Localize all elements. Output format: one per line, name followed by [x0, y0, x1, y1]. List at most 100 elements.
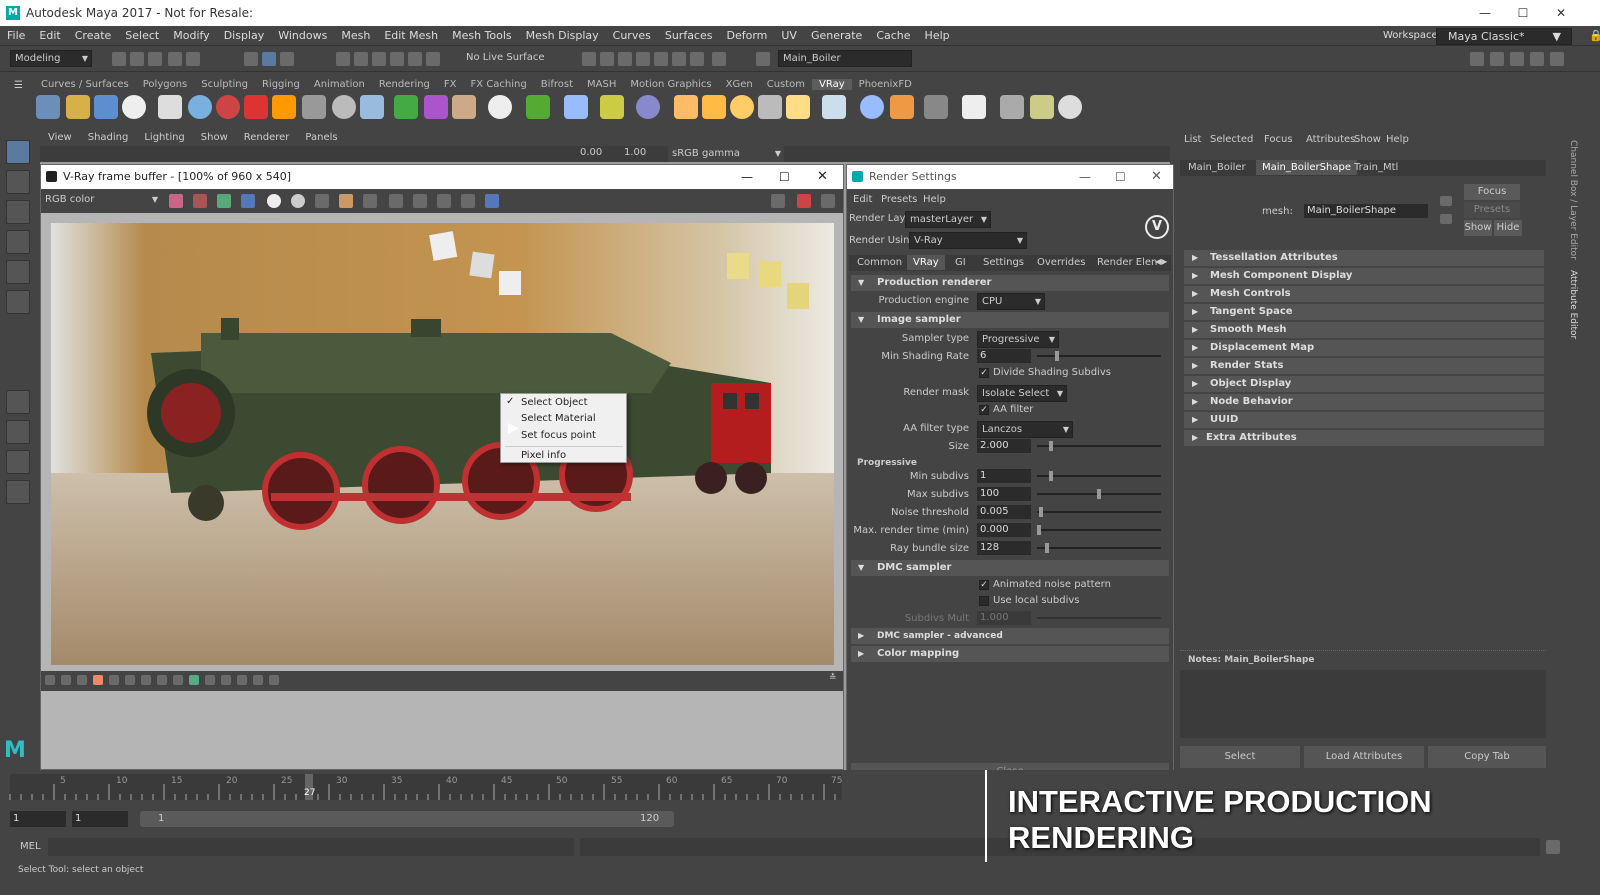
ray-bundle-size-slider[interactable] [1037, 547, 1161, 549]
save-scene-icon[interactable] [148, 52, 162, 66]
vfb-history-icon[interactable] [45, 675, 55, 685]
shelf-tab-fx-caching[interactable]: FX Caching [464, 79, 534, 90]
close-icon[interactable]: ✕ [1151, 165, 1162, 189]
pause-icon[interactable] [712, 52, 726, 66]
ae-section-extra-attributes[interactable]: ▶ Extra Attributes [1184, 430, 1544, 446]
rs-tab-common[interactable]: Common [857, 257, 902, 268]
snap-grid-icon[interactable] [336, 52, 350, 66]
copy-node-icon[interactable] [1440, 196, 1452, 206]
ae-menu-list[interactable]: List [1184, 134, 1201, 145]
show-button[interactable]: Show [1464, 220, 1492, 236]
slider-handle[interactable] [1049, 441, 1053, 451]
shelf-tab-phoenixfd[interactable]: PhoenixFD [852, 79, 919, 90]
menu-surfaces[interactable]: Surfaces [658, 29, 720, 42]
vfb-stamp-icon[interactable] [269, 675, 279, 685]
size-slider[interactable] [1037, 445, 1161, 447]
single-perspective-icon[interactable] [6, 390, 30, 414]
snap-curve-icon[interactable] [354, 52, 368, 66]
slider-handle[interactable] [1055, 351, 1059, 361]
menu-cache[interactable]: Cache [869, 29, 917, 42]
undo-icon[interactable] [168, 52, 182, 66]
menu-create[interactable]: Create [68, 29, 119, 42]
vfb-lut-icon[interactable] [173, 675, 183, 685]
shelf-tab-xgen[interactable]: XGen [719, 79, 760, 90]
ae-menu-help[interactable]: Help [1386, 134, 1409, 145]
playback-start-field[interactable]: 1 [72, 811, 128, 827]
paint-select-icon[interactable] [6, 200, 30, 224]
four-view-icon[interactable] [6, 420, 30, 444]
menu-mesh-display[interactable]: Mesh Display [519, 29, 606, 42]
help-icon[interactable] [1058, 95, 1082, 119]
ae-section-uuid[interactable]: ▶ UUID [1184, 412, 1544, 428]
vray-material-icon[interactable] [188, 95, 212, 119]
ae-section-render-stats[interactable]: ▶ Render Stats [1184, 358, 1544, 374]
vp-menu-show[interactable]: Show [193, 132, 236, 146]
slider-handle[interactable] [1037, 525, 1041, 535]
vray-sphere-light-icon[interactable] [332, 95, 356, 119]
render-setup-icon[interactable] [672, 52, 686, 66]
production-engine-select[interactable]: CPU ▼ [977, 293, 1045, 310]
ae-section-mesh-component-display[interactable]: ▶ Mesh Component Display [1184, 268, 1544, 284]
section-image-sampler[interactable]: ▼ Image sampler [851, 312, 1169, 328]
shelf-tab-rigging[interactable]: Rigging [255, 79, 307, 90]
focus-button[interactable]: Focus [1464, 184, 1520, 200]
aa-filter-checkbox[interactable]: ✓ [979, 405, 989, 415]
tool-settings-toggle-icon[interactable] [1530, 52, 1544, 66]
vray-logo-icon[interactable] [122, 95, 146, 119]
ae-section-tangent-space[interactable]: ▶ Tangent Space [1184, 304, 1544, 320]
vp-menu-renderer[interactable]: Renderer [236, 132, 298, 146]
vfb-exposure-icon[interactable] [93, 675, 103, 685]
snap-surface-icon[interactable] [408, 52, 422, 66]
minimize-icon[interactable]: — [1079, 165, 1091, 189]
sampler-type-select[interactable]: Progressive ▼ [977, 331, 1059, 348]
save-image-icon[interactable] [315, 194, 329, 208]
ae-section-tessellation[interactable]: ▶ Tessellation Attributes [1184, 250, 1544, 266]
shelf-tab-curves[interactable]: Curves / Surfaces [34, 79, 136, 90]
clear-image-icon[interactable] [363, 194, 377, 208]
select-by-hierarchy-icon[interactable] [244, 52, 258, 66]
ipr-icon[interactable] [461, 194, 475, 208]
minimize-icon[interactable]: — [741, 165, 753, 189]
shelf-menu-icon[interactable]: ☰ [14, 80, 23, 91]
vfb-srgb-icon[interactable] [157, 675, 167, 685]
vray-burst-icon[interactable] [786, 95, 810, 119]
vray-render-view-icon[interactable] [962, 95, 986, 119]
vray-sun-icon[interactable] [488, 95, 512, 119]
vray-rect-light-icon[interactable] [394, 95, 418, 119]
red-channel-icon[interactable] [193, 194, 207, 208]
channel-box-side-tab[interactable]: Channel Box / Layer Editor [1568, 140, 1578, 260]
channel-box-toggle-icon[interactable] [1550, 52, 1564, 66]
vfb-bg-icon[interactable] [141, 675, 151, 685]
mel-input[interactable] [48, 838, 574, 856]
render-frame-icon[interactable] [600, 52, 614, 66]
ae-menu-focus[interactable]: Focus [1264, 134, 1293, 145]
render-history-icon[interactable] [582, 52, 596, 66]
vfb-clamp-icon[interactable] [221, 675, 231, 685]
menu-file[interactable]: File [0, 29, 32, 42]
rendered-train-image[interactable] [51, 223, 834, 665]
maximize-icon[interactable]: ☐ [779, 165, 790, 189]
menu-generate[interactable]: Generate [804, 29, 869, 42]
shelf-tab-fx[interactable]: FX [437, 79, 464, 90]
shelf-tab-motion-graphics[interactable]: Motion Graphics [623, 79, 718, 90]
vfb-icc-icon[interactable] [205, 675, 215, 685]
channel-select[interactable]: RGB color ▼ [41, 192, 161, 209]
slider-handle[interactable] [1049, 471, 1053, 481]
animated-noise-checkbox[interactable]: ✓ [979, 580, 989, 590]
load-attributes-button[interactable]: Load Attributes [1304, 746, 1424, 768]
maximize-icon[interactable]: ☐ [1504, 0, 1542, 26]
vfb-compare-icon[interactable] [61, 675, 71, 685]
ae-tab-main-boiler-shape[interactable]: Main_BoilerShape [1256, 160, 1357, 175]
select-by-object-icon[interactable] [262, 52, 276, 66]
menu-select-object[interactable]: Select Object [521, 396, 588, 410]
render-settings-icon[interactable] [636, 52, 650, 66]
shelf-tab-animation[interactable]: Animation [307, 79, 372, 90]
vray-blend-mtl-icon[interactable] [244, 95, 268, 119]
shelf-tab-mash[interactable]: MASH [580, 79, 623, 90]
section-dmc-advanced[interactable]: ▶ DMC sampler - advanced [851, 628, 1169, 644]
vray-settings-icon[interactable] [36, 95, 60, 119]
slider-handle[interactable] [1045, 543, 1049, 553]
vray-bump-icon[interactable] [890, 95, 914, 119]
ae-section-displacement-map[interactable]: ▶ Displacement Map [1184, 340, 1544, 356]
ae-menu-selected[interactable]: Selected [1210, 134, 1253, 145]
